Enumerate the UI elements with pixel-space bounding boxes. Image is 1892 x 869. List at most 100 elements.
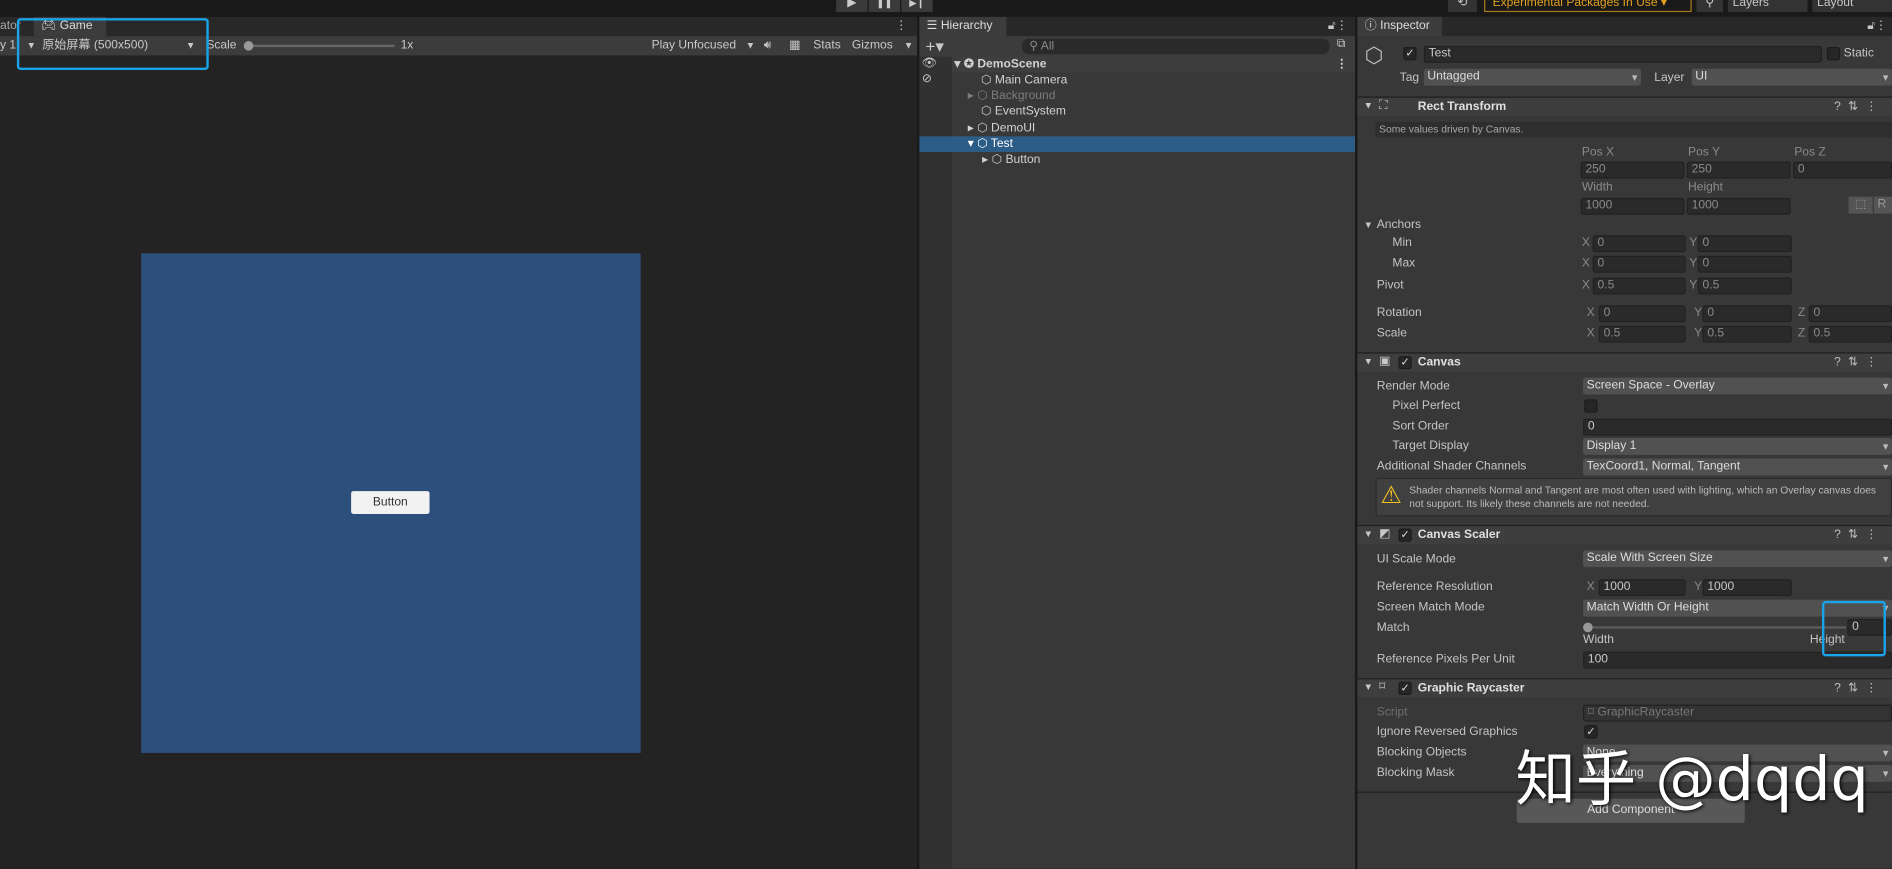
object-name-input[interactable]: Test [1423,45,1822,63]
rotation-x-field[interactable]: 0 [1598,305,1686,323]
play-mode-chevron-icon: ▼ [745,39,756,51]
hierarchy-item-main-camera[interactable]: ⬡ Main Camera [952,72,1355,88]
static-checkbox[interactable] [1826,47,1841,61]
anchors-label[interactable]: Anchors [1377,218,1421,232]
ui-scale-mode-dropdown[interactable]: Scale With Screen Size [1583,550,1892,568]
anchor-max-x-field[interactable]: 0 [1592,255,1686,273]
layer-label: Layer [1654,71,1685,85]
x-label: X [1581,257,1590,271]
graphic-raycaster-header[interactable]: ▼ ⌑ ✓ Graphic Raycaster ?⇅⋮ [1357,678,1892,698]
active-checkbox[interactable]: ✓ [1403,47,1417,61]
gizmos-button[interactable]: Gizmos [852,36,893,55]
rect-transform-header[interactable]: ▼ ⛶ Rect Transform ?⇅⋮ [1357,96,1892,116]
width-field[interactable]: 1000 [1580,197,1685,215]
anchor-min-y-field[interactable]: 0 [1697,235,1792,253]
more-menu-icon[interactable]: ⋮ [1336,57,1348,73]
component-actions[interactable]: ?⇅⋮ [1834,528,1885,541]
anchor-max-label: Max [1392,257,1416,271]
script-field[interactable]: ⌑ GraphicRaycaster [1583,704,1892,722]
expand-arrow-icon[interactable]: ▾ [968,138,974,151]
anchor-max-y-field[interactable]: 0 [1697,255,1792,273]
mute-audio-icon[interactable]: 🔊︎ [764,36,772,55]
play-button[interactable]: ▶ [836,0,868,13]
more-menu-icon[interactable]: ⋮ [895,19,907,32]
reference-resolution-x-field[interactable]: 1000 [1598,579,1686,597]
hierarchy-item-demoscene[interactable]: ▾ ✪ DemoScene ⋮ [952,56,1356,73]
anchor-min-x-field[interactable]: 0 [1592,235,1686,253]
blueprint-mode-button[interactable]: ⬚ [1848,196,1873,214]
height-field[interactable]: 1000 [1686,197,1791,215]
play-mode-dropdown[interactable]: Play Unfocused [652,36,737,55]
layer-dropdown[interactable]: UI [1691,68,1892,86]
pos-y-field[interactable]: 250 [1686,161,1791,179]
hierarchy-item-demoui[interactable]: ▸ ⬡ DemoUI [952,121,1355,137]
foldout-arrow-icon[interactable]: ▼ [1363,218,1373,232]
render-mode-dropdown[interactable]: Screen Space - Overlay [1583,377,1892,395]
reference-resolution-y-field[interactable]: 1000 [1702,579,1792,597]
pivot-y-field[interactable]: 0.5 [1697,277,1792,295]
canvas-header[interactable]: ▼ ▣ ✓ Canvas ?⇅⋮ [1357,352,1892,372]
lock-icon[interactable]: 🔓︎ [1328,19,1336,32]
foldout-arrow-icon[interactable]: ▼ [1363,528,1373,539]
pivot-x-field[interactable]: 0.5 [1592,277,1686,295]
foldout-arrow-icon[interactable]: ▼ [1363,682,1373,693]
gizmos-chevron-icon[interactable]: ▼ [904,36,914,55]
raw-edit-button[interactable]: R [1873,196,1892,214]
match-slider-thumb[interactable] [1583,622,1593,633]
hierarchy-search-input[interactable]: ⚲ All [1021,38,1330,55]
step-button[interactable]: ▶❙ [901,0,933,13]
component-actions[interactable]: ?⇅⋮ [1834,682,1885,695]
item-label: Button [1005,153,1041,167]
component-enabled-checkbox[interactable]: ✓ [1398,528,1412,542]
game-ui-button[interactable]: Button [351,491,430,515]
tag-dropdown[interactable]: Untagged [1423,68,1641,86]
match-slider[interactable] [1583,622,1847,633]
component-actions[interactable]: ?⇅⋮ [1834,100,1885,113]
hierarchy-item-eventsystem[interactable]: ⬡ EventSystem [952,104,1355,120]
pos-z-field[interactable]: 0 [1793,161,1892,179]
scale-label: Scale [206,38,237,52]
scale-z-field[interactable]: 0.5 [1808,325,1892,343]
scale-slider-thumb[interactable] [243,41,254,51]
rotation-y-field[interactable]: 0 [1702,305,1792,323]
tag-label: Tag [1399,71,1420,85]
scale-slider[interactable] [243,41,395,51]
hierarchy-item-background[interactable]: ▸ ⬡ Background [952,88,1355,104]
canvas-scaler-header[interactable]: ▼ ◩ ✓ Canvas Scaler ?⇅⋮ [1357,524,1892,545]
pixel-perfect-checkbox[interactable] [1584,399,1598,413]
more-menu-icon[interactable]: ⋮ [1336,19,1348,32]
add-object-button[interactable]: +▾ [925,36,943,55]
pivot-label: Pivot [1376,278,1404,292]
expand-arrow-icon[interactable]: ▸ [968,89,974,102]
component-enabled-checkbox[interactable]: ✓ [1398,355,1412,370]
component-title: Canvas [1417,355,1461,370]
driven-note: Some values driven by Canvas. [1375,121,1892,138]
rotation-z-field[interactable]: 0 [1808,305,1892,323]
display-dropdown[interactable]: y 1 [0,36,16,55]
expand-arrow-icon[interactable]: ▸ [982,153,988,166]
component-enabled-checkbox[interactable]: ✓ [1398,681,1412,696]
pause-button[interactable]: ❚❚ [868,0,901,13]
scale-y-field[interactable]: 0.5 [1702,325,1792,343]
expand-arrow-icon[interactable]: ▾ [954,58,960,71]
hierarchy-item-test[interactable]: ▾ ⬡ Test [919,136,1356,153]
stats-button[interactable]: Stats [813,36,841,55]
pos-x-field[interactable]: 250 [1580,161,1685,179]
tab-hierarchy[interactable]: ☰ Hierarchy [919,16,1007,37]
component-actions[interactable]: ?⇅⋮ [1834,356,1885,369]
foldout-arrow-icon[interactable]: ▼ [1363,356,1373,367]
target-display-dropdown[interactable]: Display 1 [1583,437,1892,455]
rotation-label: Rotation [1376,306,1422,320]
match-width-label: Width [1583,633,1614,647]
stats-grid-icon[interactable]: ▦ [789,36,800,55]
ignore-reversed-checkbox[interactable]: ✓ [1584,725,1598,739]
shader-channels-dropdown[interactable]: TexCoord1, Normal, Tangent [1583,458,1892,476]
search-options-icon[interactable]: ⧉ [1337,37,1346,50]
eye-icon[interactable]: 👁︎ [922,57,937,70]
scale-x-field[interactable]: 0.5 [1598,325,1686,343]
foldout-arrow-icon[interactable]: ▼ [1363,100,1373,111]
expand-arrow-icon[interactable]: ▸ [968,122,974,135]
hierarchy-item-button[interactable]: ▸ ⬡ Button [952,152,1355,168]
pickable-icon[interactable]: ⊘ [922,72,932,85]
sort-order-field[interactable]: 0 [1583,418,1892,436]
